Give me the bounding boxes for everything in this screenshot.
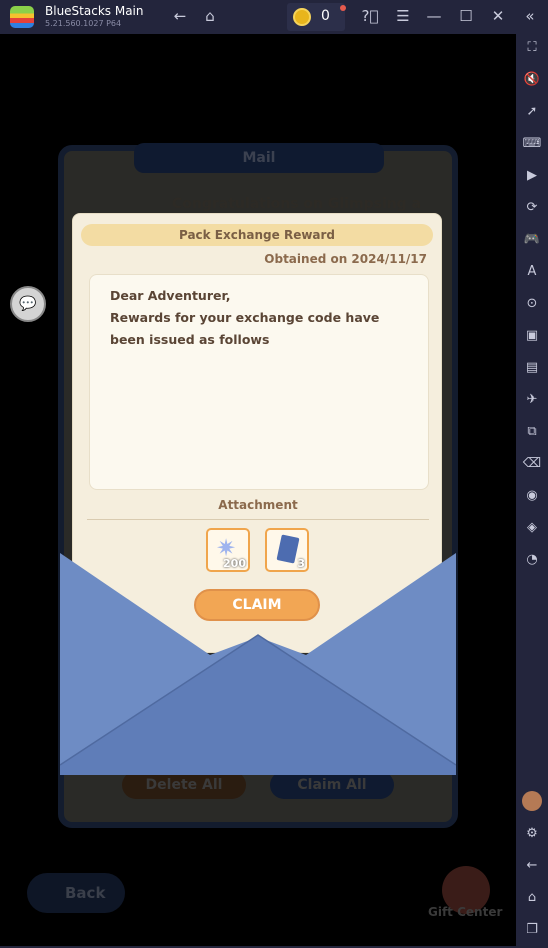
reward-item-card[interactable]: 3 [265,528,309,572]
apk-icon[interactable]: A [522,262,542,282]
mail-title: Mail [134,143,384,173]
reward-item-crystal[interactable]: ✷ 200 [206,528,250,572]
app-version: 5.21.560.1027 P64 [45,19,122,28]
item-quantity: 3 [297,557,305,570]
notification-dot [340,5,346,11]
coin-count: 0 [321,8,330,24]
screen-record-icon[interactable]: ▣ [522,326,542,346]
help-icon[interactable]: ?⃝ [360,7,380,25]
envelope [60,553,456,775]
chat-bubble-icon[interactable]: 💬 [10,286,46,322]
keyboard-icon[interactable]: ⌨ [522,134,542,154]
multi-instance-icon[interactable]: ⧉ [522,422,542,442]
back-arrow-icon[interactable]: ← [170,7,190,25]
claim-button[interactable]: CLAIM [194,589,320,621]
erase-icon[interactable]: ⌫ [522,454,542,474]
letter-line: Rewards for your exchange code have [110,310,380,325]
minimize-icon[interactable]: — [424,7,444,25]
mail-item-title[interactable]: Congratulations on Glimpsing a [172,196,421,212]
avatar[interactable] [522,791,542,811]
recent-apps-icon[interactable]: ❐ [522,920,542,940]
game-area: 💬 Mail Congratulations on Glimpsing a De… [0,34,516,946]
app-title: BlueStacks Main [45,4,144,18]
android-home-icon[interactable]: ⌂ [522,888,542,908]
claim-all-button[interactable]: Claim All [270,771,394,799]
collapse-sidebar-icon[interactable]: « [520,7,540,25]
home-icon[interactable]: ⌂ [200,7,220,25]
airplane-icon[interactable]: ✈ [522,390,542,410]
gallery-icon[interactable]: ▤ [522,358,542,378]
bluestacks-logo [10,6,34,28]
attachment-label: Attachment [218,498,298,512]
fullscreen-icon[interactable]: ⛶ [522,38,542,58]
letter-header: Pack Exchange Reward [81,224,433,246]
layers-icon[interactable]: ◈ [522,518,542,538]
record-icon[interactable]: ▶ [522,166,542,186]
screenshot-icon[interactable]: ⊙ [522,294,542,314]
rotate-icon[interactable]: ⟳ [522,198,542,218]
coin-icon [293,8,311,26]
menu-icon[interactable]: ☰ [393,7,413,25]
close-icon[interactable]: ✕ [488,7,508,25]
obtained-date: Obtained on 2024/11/17 [264,252,427,266]
letter-line: been issued as follows [110,332,270,347]
letter-body: Dear Adventurer, Rewards for your exchan… [89,274,429,490]
speed-icon[interactable]: ◔ [522,550,542,570]
volume-mute-icon[interactable]: 🔇 [522,70,542,90]
android-back-icon[interactable]: ← [522,856,542,876]
gift-center-label[interactable]: Gift Center [428,905,502,919]
coin-counter[interactable]: 0 [287,3,346,31]
settings-gear-icon[interactable]: ⚙ [522,824,542,844]
back-button[interactable]: Back [27,873,125,913]
right-sidebar: ⛶ 🔇 ➚ ⌨ ▶ ⟳ 🎮 A ⊙ ▣ ▤ ✈ ⧉ ⌫ ◉ ◈ ◔ ⚙ ← ⌂ ❐ [516,34,548,948]
item-quantity: 200 [223,557,246,570]
controller-icon[interactable]: 🎮 [522,230,542,250]
title-bar: BlueStacks Main 5.21.560.1027 P64 ← ⌂ 0 … [0,0,548,34]
location-icon[interactable]: ◉ [522,486,542,506]
delete-all-button[interactable]: Delete All [122,771,246,799]
pointer-icon[interactable]: ➚ [522,102,542,122]
maximize-icon[interactable]: ☐ [456,7,476,25]
divider [87,519,429,520]
letter-line: Dear Adventurer, [110,288,231,303]
